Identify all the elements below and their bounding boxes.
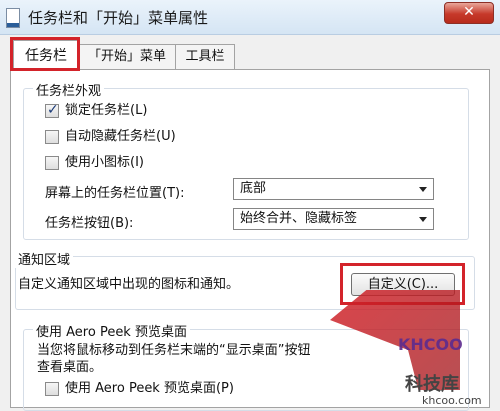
chevron-down-icon bbox=[419, 187, 427, 192]
small-icons-checkbox[interactable]: 使用小图标(I) bbox=[45, 154, 205, 172]
tab-toolbars[interactable]: 工具栏 bbox=[175, 44, 235, 69]
aero-peek-checkbox-box[interactable] bbox=[45, 382, 59, 396]
window-app-icon bbox=[6, 8, 20, 28]
notification-group-label: 通知区域 bbox=[15, 249, 74, 268]
autohide-taskbar-checkbox[interactable]: 自动隐藏任务栏(U) bbox=[45, 128, 225, 146]
lock-taskbar-label: 锁定任务栏(L) bbox=[65, 103, 148, 118]
checkmark-icon: ✓ bbox=[47, 102, 59, 118]
lock-taskbar-checkbox[interactable]: ✓ 锁定任务栏(L) bbox=[45, 102, 205, 120]
small-icons-label: 使用小图标(I) bbox=[65, 155, 144, 170]
appearance-group-label: 任务栏外观 bbox=[33, 80, 105, 99]
lock-taskbar-checkbox-box[interactable]: ✓ bbox=[45, 102, 59, 118]
watermark-logo: KHCOO bbox=[398, 335, 463, 354]
taskbar-position-dropdown[interactable]: 底部 bbox=[233, 178, 434, 200]
autohide-taskbar-label: 自动隐藏任务栏(U) bbox=[65, 129, 176, 144]
watermark-url: khcoo.com bbox=[422, 394, 482, 407]
taskbar-position-label: 屏幕上的任务栏位置(T): bbox=[45, 186, 185, 201]
close-button[interactable]: ✕ bbox=[444, 2, 494, 24]
taskbar-position-value: 底部 bbox=[240, 181, 267, 196]
aero-peek-checkbox-label: 使用 Aero Peek 预览桌面(P) bbox=[65, 381, 234, 396]
autohide-taskbar-checkbox-box[interactable] bbox=[45, 130, 59, 144]
window-title: 任务栏和「开始」菜单属性 bbox=[28, 9, 209, 27]
small-icons-checkbox-box[interactable] bbox=[45, 156, 59, 170]
title-bar: 任务栏和「开始」菜单属性 ✕ bbox=[0, 0, 500, 35]
aero-peek-checkbox[interactable]: 使用 Aero Peek 预览桌面(P) bbox=[45, 380, 275, 398]
taskbar-buttons-label: 任务栏按钮(B): bbox=[45, 216, 134, 231]
tab-highlight-box bbox=[10, 37, 80, 71]
watermark-text: 科技库 bbox=[405, 374, 459, 395]
notification-description: 自定义通知区域中出现的图标和通知。 bbox=[18, 277, 240, 292]
aero-peek-description-line2: 查看桌面。 bbox=[37, 360, 103, 375]
taskbar-buttons-dropdown[interactable]: 始终合并、隐藏标签 bbox=[233, 208, 434, 230]
taskbar-buttons-value: 始终合并、隐藏标签 bbox=[240, 211, 358, 226]
aero-peek-group-label: 使用 Aero Peek 预览桌面 bbox=[33, 321, 190, 340]
tab-start-menu[interactable]: 「开始」菜单 bbox=[78, 44, 176, 69]
chevron-down-icon bbox=[419, 217, 427, 222]
